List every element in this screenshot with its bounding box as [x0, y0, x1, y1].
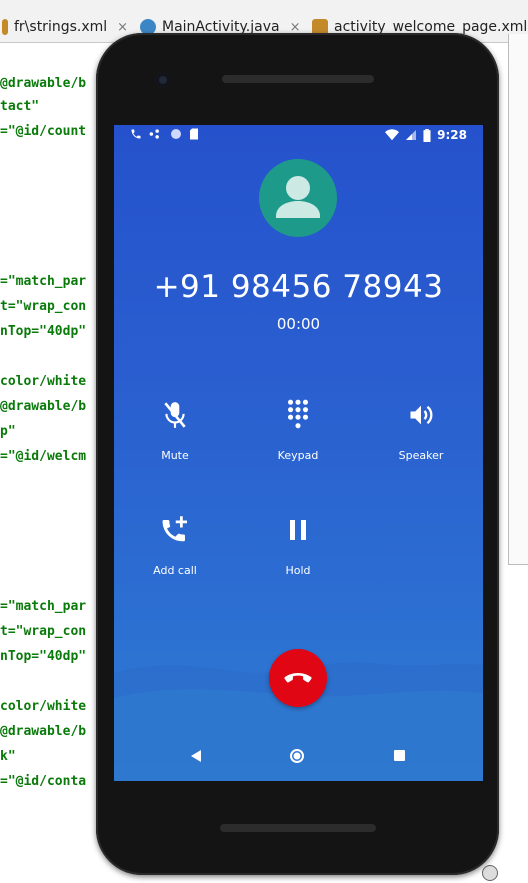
code-line: t="wrap_con	[0, 624, 87, 639]
contact-avatar	[259, 159, 337, 237]
code-line: ="@id/conta	[0, 774, 87, 789]
circle-icon	[171, 129, 181, 139]
wifi-icon	[385, 129, 400, 141]
code-line: ="match_par	[0, 599, 87, 614]
code-line: tact"	[0, 99, 40, 114]
code-line: @drawable/b	[0, 76, 87, 91]
speaker-button[interactable]: Speaker	[366, 395, 476, 462]
xml-file-icon	[2, 19, 8, 35]
status-bar: 9:28	[114, 125, 483, 147]
mute-label: Mute	[161, 449, 189, 462]
code-line: k"	[0, 749, 16, 764]
add-call-icon	[162, 516, 187, 542]
add-call-button[interactable]: Add call	[120, 510, 230, 577]
caller-number: +91 98456 78943	[153, 269, 444, 305]
phone-screen[interactable]: 9:28 +91 98456 78943 00:00 Mute Keypad S…	[114, 125, 483, 781]
code-line: @drawable/b	[0, 399, 87, 414]
mic-off-icon	[164, 402, 186, 428]
back-icon[interactable]	[190, 749, 202, 763]
end-call-icon	[284, 673, 312, 683]
status-time: 9:28	[437, 128, 467, 142]
code-line: color/white	[0, 699, 87, 714]
person-icon	[276, 176, 320, 218]
mute-button[interactable]: Mute	[120, 395, 230, 462]
hold-label: Hold	[285, 564, 311, 577]
hold-button[interactable]: Hold	[243, 510, 353, 577]
code-line: p"	[0, 424, 16, 439]
code-line: t="wrap_con	[0, 299, 87, 314]
tab-fr-strings[interactable]: fr\strings.xml ×	[2, 12, 128, 42]
wifi-calling-icon	[149, 129, 159, 139]
call-timer: 00:00	[276, 315, 321, 333]
code-line: ="@id/welcm	[0, 449, 87, 464]
close-tab-icon[interactable]: ×	[117, 20, 128, 35]
phone-icon	[131, 129, 141, 139]
code-line: ="match_par	[0, 274, 87, 289]
bottom-speaker	[220, 824, 376, 832]
code-line: color/white	[0, 374, 87, 389]
navigation-bar	[114, 739, 483, 781]
dialpad-icon	[287, 399, 309, 429]
end-call-button[interactable]	[269, 649, 327, 707]
keypad-label: Keypad	[277, 449, 319, 462]
code-line: nTop="40dp"	[0, 649, 87, 664]
front-camera-icon	[156, 73, 170, 87]
pause-icon	[290, 520, 306, 540]
speaker-label: Speaker	[398, 449, 444, 462]
add-call-label: Add call	[153, 564, 197, 577]
sd-card-icon	[190, 128, 198, 140]
battery-icon	[423, 128, 431, 142]
code-line: @drawable/b	[0, 724, 87, 739]
globe-icon	[482, 865, 498, 881]
keypad-button[interactable]: Keypad	[243, 395, 353, 462]
speaker-icon	[410, 405, 433, 425]
code-line: ="@id/count	[0, 124, 87, 139]
earpiece-speaker	[222, 75, 374, 83]
emulator-phone-frame: 9:28 +91 98456 78943 00:00 Mute Keypad S…	[96, 33, 499, 875]
home-icon[interactable]	[289, 748, 305, 764]
signal-icon	[406, 130, 417, 140]
recents-icon[interactable]	[394, 750, 405, 761]
code-line: nTop="40dp"	[0, 324, 87, 339]
